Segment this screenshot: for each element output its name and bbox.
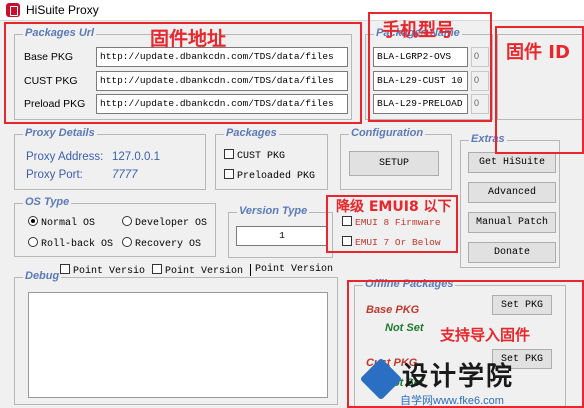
preloaded-pkg-checkbox-label: Preloaded PKG	[237, 171, 316, 182]
donate-button[interactable]: Donate	[468, 242, 556, 263]
watermark-brand: 设计学院	[402, 362, 515, 392]
version-type-input[interactable]: 1	[236, 226, 328, 246]
proxy-details-title: Proxy Details	[23, 127, 97, 139]
title-bar: HiSuite Proxy	[0, 0, 584, 21]
annotation-downgrade: 降级 EMUI8 以下	[336, 199, 452, 215]
point-version-checkbox-3[interactable]: Point Version	[255, 264, 333, 275]
os-developer-label: Developer OS	[135, 218, 208, 229]
preloaded-pkg-checkbox[interactable]: Preloaded PKG	[224, 169, 315, 182]
proxy-address-label: Proxy Address:	[26, 151, 104, 163]
annotation-import-support: 支持导入固件	[440, 326, 531, 344]
watermark-site: 自学网www.fke6.com	[400, 395, 504, 407]
os-normal-radio[interactable]: Normal OS	[28, 216, 95, 229]
annotation-firmware-id: 固件 ID	[506, 42, 570, 63]
setup-button[interactable]: SETUP	[349, 151, 439, 176]
proxy-port-value: 7777	[112, 169, 138, 181]
advanced-button[interactable]: Advanced	[468, 182, 556, 203]
os-recovery-label: Recovery OS	[135, 239, 202, 250]
os-rollback-radio[interactable]: Roll-back OS	[28, 237, 113, 250]
annotation-firmware-address: 固件地址	[150, 28, 227, 50]
packages-title: Packages	[224, 127, 279, 139]
proxy-address-value: 127.0.0.1	[112, 151, 160, 163]
proxy-port-label: Proxy Port:	[26, 169, 83, 181]
point-version-checkbox-2[interactable]: Point Version	[152, 264, 243, 277]
os-normal-radio-dot[interactable]	[28, 216, 38, 226]
preloaded-pkg-checkbox-box[interactable]	[224, 169, 234, 179]
os-type-title: OS Type	[23, 196, 72, 208]
point-version-1-label: Point Versio	[73, 266, 146, 277]
configuration-title: Configuration	[349, 127, 426, 139]
point-version-1-box[interactable]	[60, 264, 70, 274]
os-developer-radio-dot[interactable]	[122, 216, 132, 226]
cust-pkg-checkbox-box[interactable]	[224, 149, 234, 159]
os-recovery-radio-dot[interactable]	[122, 237, 132, 247]
os-recovery-radio[interactable]: Recovery OS	[122, 237, 201, 250]
cust-pkg-checkbox[interactable]: CUST PKG	[224, 149, 285, 162]
point-version-2-label: Point Version	[165, 266, 244, 277]
point-version-3-label: Point Version	[255, 264, 334, 275]
os-normal-label: Normal OS	[41, 218, 96, 229]
hisuite-app-icon	[6, 3, 20, 17]
os-developer-radio[interactable]: Developer OS	[122, 216, 207, 229]
debug-log-area[interactable]	[28, 292, 328, 398]
annotation-phone-model: 手机型号	[382, 20, 454, 41]
separator	[250, 264, 251, 276]
version-type-title: Version Type	[237, 205, 310, 217]
debug-title: Debug	[23, 270, 62, 282]
window-title: HiSuite Proxy	[26, 3, 99, 17]
cust-pkg-checkbox-label: CUST PKG	[237, 151, 286, 162]
get-hisuite-button[interactable]: Get HiSuite	[468, 152, 556, 173]
point-version-2-box[interactable]	[152, 264, 162, 274]
os-rollback-radio-dot[interactable]	[28, 237, 38, 247]
point-version-checkbox-1[interactable]: Point Versio	[60, 264, 145, 277]
manual-patch-button[interactable]: Manual Patch	[468, 212, 556, 233]
os-rollback-label: Roll-back OS	[41, 239, 114, 250]
